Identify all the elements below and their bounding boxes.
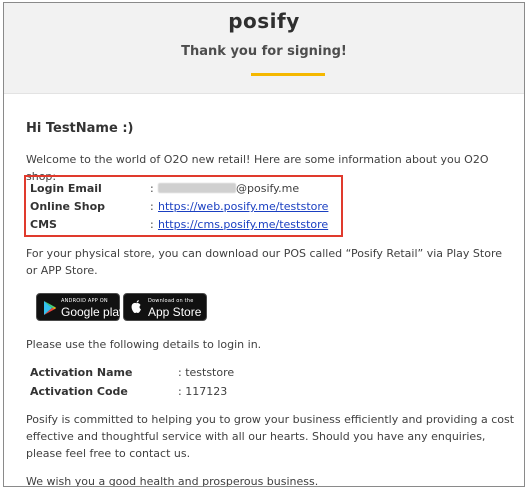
online-shop-link[interactable]: https://web.posify.me/teststore: [158, 198, 328, 216]
email-frame: posify Thank you for signing! Hi TestNam…: [3, 2, 525, 487]
separator: :: [150, 218, 154, 231]
online-shop-label: Online Shop: [30, 200, 106, 213]
login-email-label: Login Email: [30, 182, 102, 195]
apple-badge-big-text: App Store: [148, 305, 202, 319]
cms-label: CMS: [30, 218, 57, 231]
apple-icon: [131, 300, 141, 314]
separator: :: [150, 200, 154, 213]
email-header: posify Thank you for signing!: [4, 3, 524, 94]
activation-name-label: Activation Name: [30, 366, 133, 379]
download-text: For your physical store, you can downloa…: [26, 247, 503, 277]
login-instructions: Please use the following details to logi…: [26, 338, 262, 351]
activation-name-value: : teststore: [178, 366, 235, 379]
commitment-text: Posify is committed to helping you to gr…: [26, 413, 515, 460]
google-play-icon: [44, 301, 56, 315]
page-title: Thank you for signing!: [181, 44, 347, 59]
greeting: Hi TestName :): [26, 121, 134, 136]
redacted-text: [158, 183, 236, 193]
posify-logo: posify: [228, 9, 300, 33]
title-underline: [251, 73, 325, 76]
google-badge-big-text: Google play: [61, 305, 126, 319]
closing-text: We wish you a good health and prosperous…: [26, 475, 319, 487]
google-badge-small-text: ANDROID APP ON: [61, 298, 108, 304]
cms-link[interactable]: https://cms.posify.me/teststore: [158, 216, 328, 234]
shop-info-box: Login Email : @posify.me Online Shop : h…: [24, 175, 343, 237]
app-store-badge[interactable]: Download on the App Store: [123, 293, 207, 321]
activation-code-value: : 117123: [178, 385, 228, 398]
apple-badge-small-text: Download on the: [148, 298, 194, 304]
activation-code-label: Activation Code: [30, 385, 128, 398]
google-play-badge[interactable]: ANDROID APP ON Google play: [36, 293, 125, 321]
separator: :: [150, 182, 154, 195]
login-email-value: @posify.me: [158, 180, 299, 198]
